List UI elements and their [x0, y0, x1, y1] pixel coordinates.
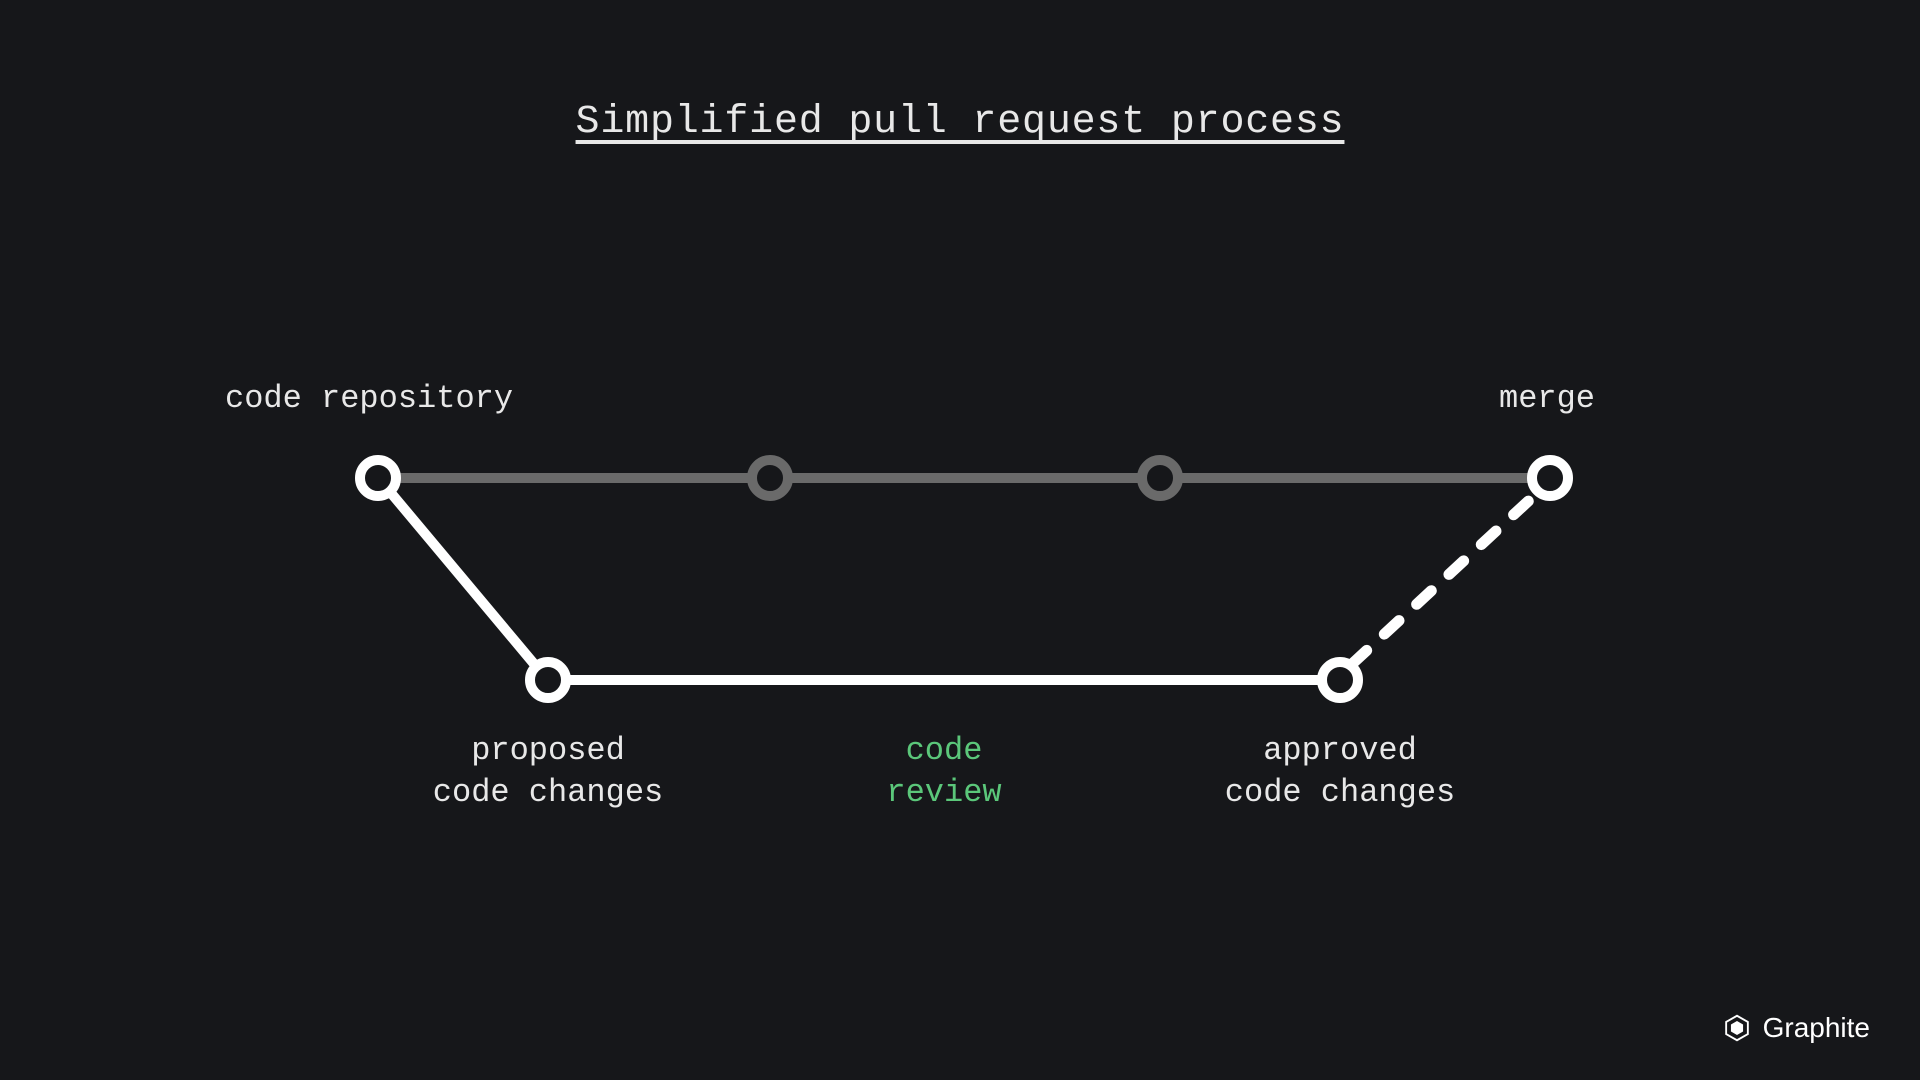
label-review: code review — [886, 730, 1001, 813]
brand-logo: Graphite — [1723, 1012, 1870, 1044]
brand-name: Graphite — [1763, 1012, 1870, 1044]
label-merge: merge — [1499, 378, 1595, 420]
label-approved: approved code changes — [1225, 730, 1455, 813]
node-repo — [360, 460, 396, 496]
graphite-icon — [1723, 1014, 1751, 1042]
pr-process-diagram — [0, 0, 1920, 1080]
label-proposed: proposed code changes — [433, 730, 663, 813]
node-main-mid2 — [1142, 460, 1178, 496]
node-main-mid1 — [752, 460, 788, 496]
node-approved — [1322, 662, 1358, 698]
node-proposed — [530, 662, 566, 698]
node-merge — [1532, 460, 1568, 496]
label-repo: code repository — [225, 378, 513, 420]
